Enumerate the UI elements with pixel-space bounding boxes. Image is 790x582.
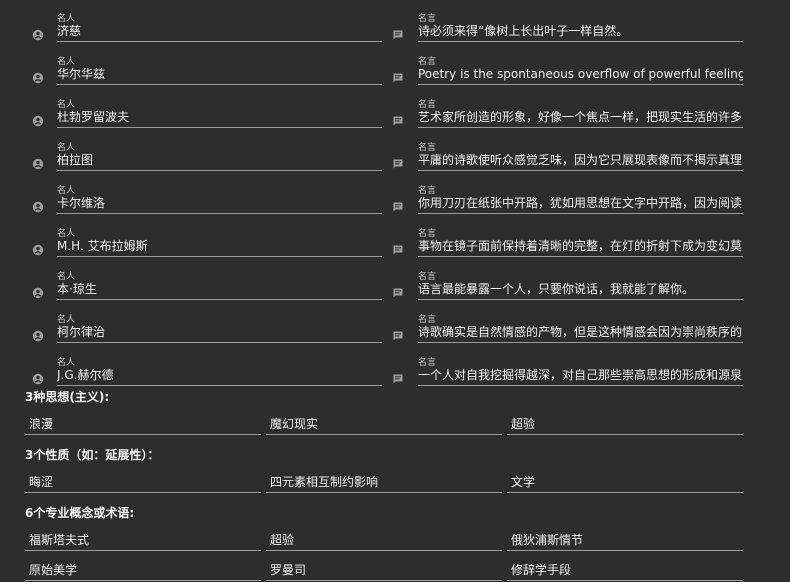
idea-value[interactable]: 浪漫 bbox=[29, 415, 261, 432]
person-circle-icon bbox=[32, 327, 44, 342]
celebrity-field[interactable]: 名人 济慈 bbox=[57, 7, 382, 50]
term-field[interactable]: 福斯塔夫式 bbox=[25, 528, 261, 552]
celebrity-input[interactable]: 柯尔律治 bbox=[57, 324, 382, 340]
idea-value[interactable]: 魔幻现实 bbox=[270, 415, 502, 432]
quote-input[interactable]: 你用刀刃在纸张中开路，犹如用思想在文字中开路，因为阅读 bbox=[418, 195, 743, 211]
quote-field[interactable]: 名言 诗必须来得“像树上长出叶子一样自然。 bbox=[418, 7, 743, 50]
idea-field[interactable]: 魔幻现实 bbox=[266, 412, 502, 436]
quote-row: 名人 柯尔律治 名言 诗歌确实是自然情感的产物，但是这种情感会因为崇尚秩序的 bbox=[0, 308, 790, 351]
celebrity-field[interactable]: 名人 柏拉图 bbox=[57, 136, 382, 179]
celebrity-field[interactable]: 名人 柯尔律治 bbox=[57, 308, 382, 351]
celebrity-input[interactable]: 柏拉图 bbox=[57, 152, 382, 168]
comment-icon bbox=[392, 327, 404, 341]
term-value[interactable]: 修辞学手段 bbox=[511, 561, 743, 578]
term-value[interactable]: 福斯塔夫式 bbox=[29, 531, 261, 548]
quote-row: 名人 杜勃罗留波夫 名言 艺术家所创造的形象，好像一个焦点一样，把现实生活的许多 bbox=[0, 93, 790, 136]
term-value[interactable]: 俄狄浦斯情节 bbox=[511, 531, 743, 548]
celebrity-input[interactable]: 杜勃罗留波夫 bbox=[57, 109, 382, 125]
person-circle-icon bbox=[32, 284, 44, 299]
property-field[interactable]: 文学 bbox=[507, 470, 743, 494]
quote-field[interactable]: 名言 你用刀刃在纸张中开路，犹如用思想在文字中开路，因为阅读 bbox=[418, 179, 743, 222]
quote-row: 名人 M.H. 艾布拉姆斯 名言 事物在镜子面前保持着清晰的完整，在灯的折射下成为变幻… bbox=[0, 222, 790, 265]
term-value[interactable]: 原始美学 bbox=[29, 561, 261, 578]
property-value[interactable]: 晦涩 bbox=[29, 473, 261, 490]
term-field[interactable]: 修辞学手段 bbox=[507, 558, 743, 582]
person-circle-icon bbox=[32, 370, 44, 385]
comment-icon bbox=[392, 112, 404, 126]
quote-input[interactable]: Poetry is the spontaneous overflow of po… bbox=[418, 66, 743, 82]
person-circle-icon bbox=[32, 112, 44, 127]
celebrity-input[interactable]: 卡尔维洛 bbox=[57, 195, 382, 211]
quote-input[interactable]: 语言最能暴露一个人，只要你说话，我就能了解你。 bbox=[418, 281, 743, 297]
term-field[interactable]: 俄狄浦斯情节 bbox=[507, 528, 743, 552]
comment-icon bbox=[392, 241, 404, 255]
comment-icon bbox=[392, 198, 404, 212]
quote-row: 名人 本·琼生 名言 语言最能暴露一个人，只要你说话，我就能了解你。 bbox=[0, 265, 790, 308]
quote-input[interactable]: 一个人对自我挖掘得越深，对自己那些崇高思想的形成和源泉 bbox=[418, 367, 743, 383]
quote-field[interactable]: 名言 事物在镜子面前保持着清晰的完整，在灯的折射下成为变幻莫 bbox=[418, 222, 743, 265]
quote-field[interactable]: 名言 诗歌确实是自然情感的产物，但是这种情感会因为崇尚秩序的 bbox=[418, 308, 743, 351]
comment-icon bbox=[392, 69, 404, 83]
property-field[interactable]: 晦涩 bbox=[25, 470, 261, 494]
idea-value[interactable]: 超验 bbox=[511, 415, 743, 432]
comment-icon bbox=[392, 284, 404, 298]
celebrity-field[interactable]: 名人 M.H. 艾布拉姆斯 bbox=[57, 222, 382, 265]
section-title: 6个专业概念或术语: bbox=[25, 506, 135, 520]
person-circle-icon bbox=[32, 69, 44, 84]
property-field[interactable]: 四元素相互制约影响 bbox=[266, 470, 502, 494]
section-title: 3种思想(主义): bbox=[25, 390, 110, 404]
person-circle-icon bbox=[32, 26, 44, 41]
term-field[interactable]: 原始美学 bbox=[25, 558, 261, 582]
person-circle-icon bbox=[32, 198, 44, 213]
idea-field[interactable]: 浪漫 bbox=[25, 412, 261, 436]
quote-row: 名人 华尔华兹 名言 Poetry is the spontaneous overfl… bbox=[0, 50, 790, 93]
quote-input[interactable]: 艺术家所创造的形象，好像一个焦点一样，把现实生活的许多 bbox=[418, 109, 743, 125]
celebrity-field[interactable]: 名人 卡尔维洛 bbox=[57, 179, 382, 222]
person-circle-icon bbox=[32, 155, 44, 170]
comment-icon bbox=[392, 155, 404, 169]
quote-field[interactable]: 名言 艺术家所创造的形象，好像一个焦点一样，把现实生活的许多 bbox=[418, 93, 743, 136]
comment-icon bbox=[392, 26, 404, 40]
term-field[interactable]: 超验 bbox=[266, 528, 502, 552]
celebrity-input[interactable]: J.G.赫尔德 bbox=[57, 367, 382, 383]
quote-row: 名人 卡尔维洛 名言 你用刀刃在纸张中开路，犹如用思想在文字中开路，因为阅读 bbox=[0, 179, 790, 222]
quote-row: 名人 J.G.赫尔德 名言 一个人对自我挖掘得越深，对自己那些崇高思想的形成和源泉 bbox=[0, 351, 790, 394]
quote-row: 名人 柏拉图 名言 平庸的诗歌使听众感觉乏味，因为它只展现表像而不揭示真理 bbox=[0, 136, 790, 179]
quote-row: 名人 济慈 名言 诗必须来得“像树上长出叶子一样自然。 bbox=[0, 7, 790, 50]
quote-input[interactable]: 平庸的诗歌使听众感觉乏味，因为它只展现表像而不揭示真理 bbox=[418, 152, 743, 168]
celebrity-input[interactable]: 济慈 bbox=[57, 23, 382, 39]
quote-input[interactable]: 事物在镜子面前保持着清晰的完整，在灯的折射下成为变幻莫 bbox=[418, 238, 743, 254]
quote-field[interactable]: 名言 平庸的诗歌使听众感觉乏味，因为它只展现表像而不揭示真理 bbox=[418, 136, 743, 179]
celebrity-input[interactable]: 本·琼生 bbox=[57, 281, 382, 297]
celebrity-field[interactable]: 名人 杜勃罗留波夫 bbox=[57, 93, 382, 136]
term-value[interactable]: 超验 bbox=[270, 531, 502, 548]
comment-icon bbox=[392, 370, 404, 384]
quote-field[interactable]: 名言 一个人对自我挖掘得越深，对自己那些崇高思想的形成和源泉 bbox=[418, 351, 743, 394]
person-circle-icon bbox=[32, 241, 44, 256]
section-title: 3个性质（如：延展性）： bbox=[25, 448, 160, 462]
celebrity-input[interactable]: 华尔华兹 bbox=[57, 66, 382, 82]
idea-field[interactable]: 超验 bbox=[507, 412, 743, 436]
quote-field[interactable]: 名言 Poetry is the spontaneous overflow of … bbox=[418, 50, 743, 93]
celebrity-field[interactable]: 名人 本·琼生 bbox=[57, 265, 382, 308]
quote-field[interactable]: 名言 语言最能暴露一个人，只要你说话，我就能了解你。 bbox=[418, 265, 743, 308]
property-value[interactable]: 文学 bbox=[511, 473, 743, 490]
celebrity-field[interactable]: 名人 华尔华兹 bbox=[57, 50, 382, 93]
term-value[interactable]: 罗曼司 bbox=[270, 561, 502, 578]
quote-input[interactable]: 诗必须来得“像树上长出叶子一样自然。 bbox=[418, 23, 743, 39]
quote-input[interactable]: 诗歌确实是自然情感的产物，但是这种情感会因为崇尚秩序的 bbox=[418, 324, 743, 340]
property-value[interactable]: 四元素相互制约影响 bbox=[270, 473, 502, 490]
celebrity-input[interactable]: M.H. 艾布拉姆斯 bbox=[57, 238, 382, 254]
term-field[interactable]: 罗曼司 bbox=[266, 558, 502, 582]
